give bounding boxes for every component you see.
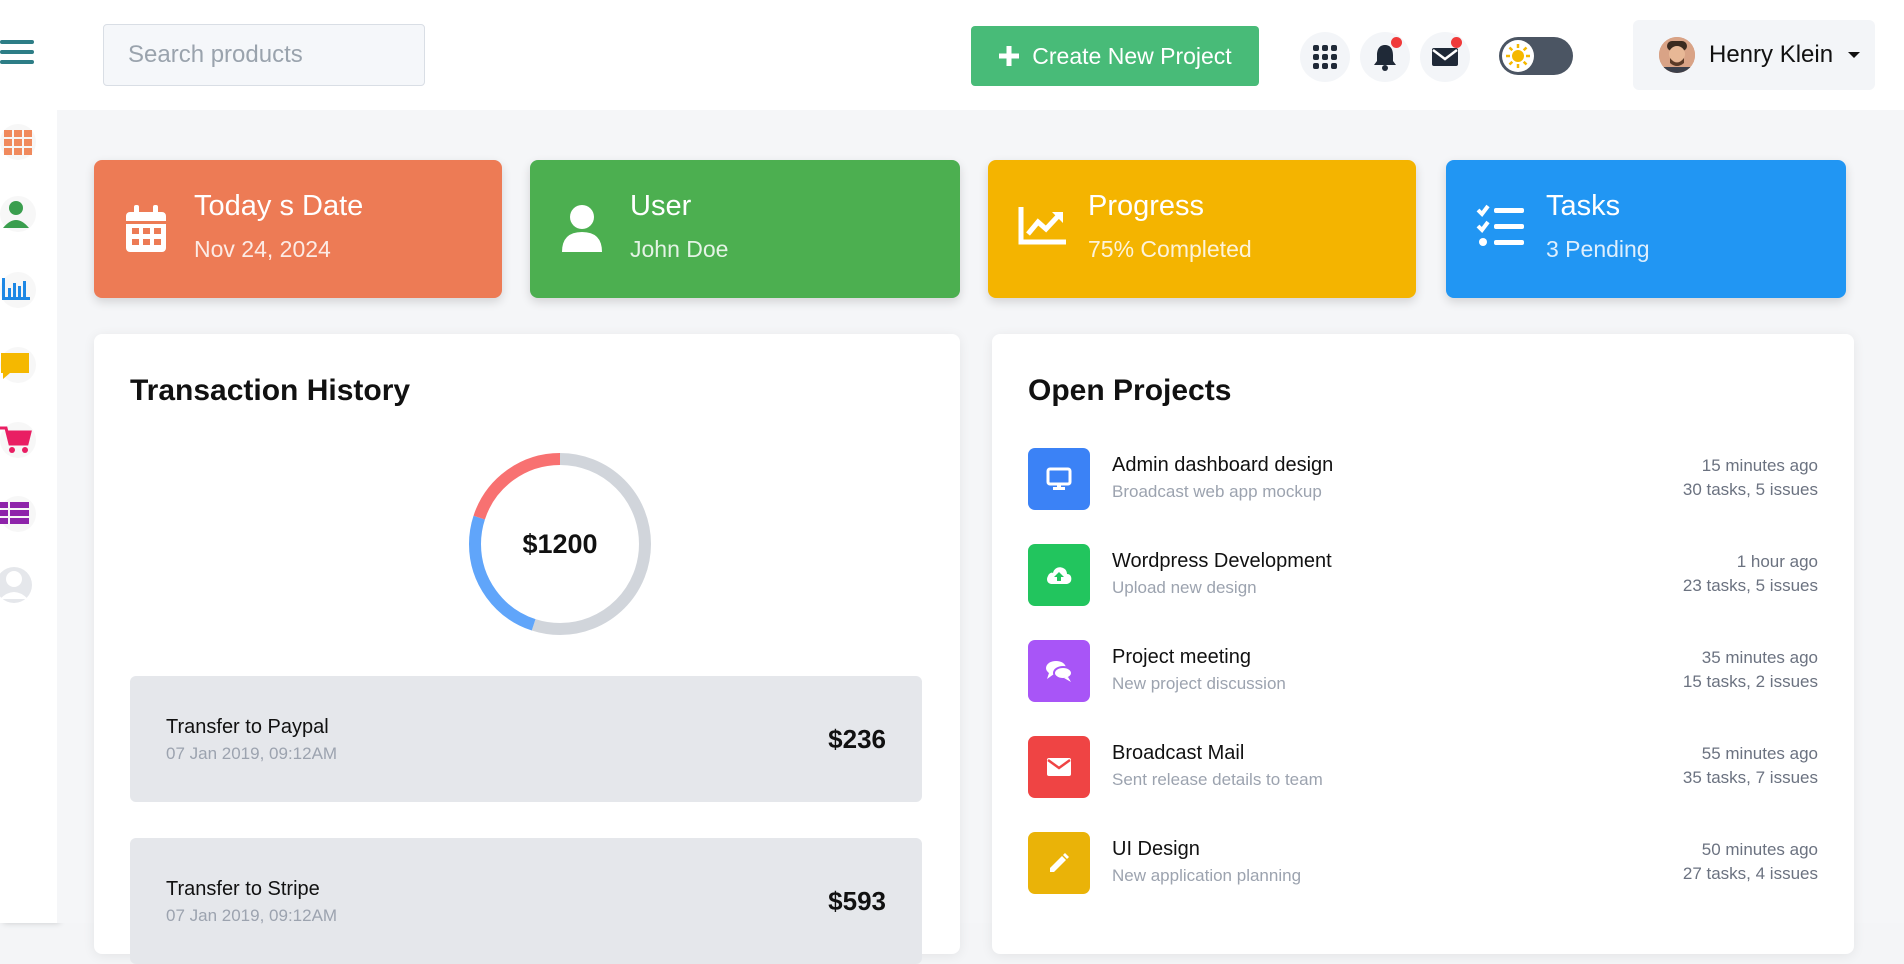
donut-total: $1200 xyxy=(522,528,598,559)
project-desc: New project discussion xyxy=(1112,674,1286,693)
transaction-amount: $236 xyxy=(828,724,886,754)
sidebar-item-users[interactable] xyxy=(0,194,40,234)
transaction-title: Transfer to Paypal xyxy=(166,716,329,738)
apps-grid-icon xyxy=(1313,45,1337,69)
stat-card-user: User John Doe xyxy=(530,160,960,298)
transaction-title: Transfer to Stripe xyxy=(166,878,320,900)
stat-title: Progress xyxy=(1088,190,1205,222)
user-menu[interactable]: Henry Klein xyxy=(1633,20,1875,90)
stat-title: User xyxy=(630,190,692,222)
project-stats: 23 tasks, 5 issues xyxy=(1682,576,1818,595)
sidebar-item-messages[interactable] xyxy=(0,345,40,385)
task-list-icon xyxy=(1476,204,1526,255)
grid-icon xyxy=(0,124,36,160)
sidebar-item-profile[interactable] xyxy=(0,565,40,605)
transaction-date: 07 Jan 2019, 09:12AM xyxy=(166,744,338,763)
project-name: Wordpress Development xyxy=(1112,550,1332,572)
envelope-icon xyxy=(1432,48,1458,66)
user-name: Henry Klein xyxy=(1709,41,1834,68)
user-icon xyxy=(0,196,36,232)
project-time: 15 minutes ago xyxy=(1701,456,1818,475)
project-time: 55 minutes ago xyxy=(1701,744,1818,763)
project-name: Broadcast Mail xyxy=(1112,742,1245,764)
stat-title: Tasks xyxy=(1546,190,1621,222)
stat-card-date: Today s Date Nov 24, 2024 xyxy=(94,160,502,298)
project-stats: 15 tasks, 2 issues xyxy=(1682,672,1818,691)
top-navbar: Create New Project Henry Klein xyxy=(57,0,1904,110)
project-row[interactable]: Admin dashboard design Broadcast web app… xyxy=(1028,448,1818,510)
sidebar-item-shop[interactable] xyxy=(0,420,40,460)
sidebar-item-charts[interactable] xyxy=(0,270,40,310)
sidebar-item-dashboard[interactable] xyxy=(0,122,40,162)
stat-subtitle: John Doe xyxy=(630,236,729,262)
transaction-history-panel: Transaction History $1200 Transfer to Pa… xyxy=(94,334,960,964)
trend-up-icon xyxy=(1018,204,1068,251)
mail-icon xyxy=(1028,736,1090,798)
table-icon xyxy=(0,496,36,532)
theme-toggle[interactable] xyxy=(1499,37,1573,75)
create-project-button[interactable]: Create New Project xyxy=(971,26,1259,86)
transaction-row[interactable]: Transfer to Stripe 07 Jan 2019, 09:12AM … xyxy=(130,838,922,964)
messages-button[interactable] xyxy=(1420,32,1470,82)
panel-title: Open Projects xyxy=(1028,374,1232,407)
main-content: Create New Project Henry Klein xyxy=(57,0,1904,964)
project-name: Project meeting xyxy=(1112,646,1251,668)
stat-card-tasks: Tasks 3 Pending xyxy=(1446,160,1846,298)
project-time: 35 minutes ago xyxy=(1701,648,1818,667)
project-name: Admin dashboard design xyxy=(1112,454,1334,476)
project-name: UI Design xyxy=(1112,838,1200,860)
project-stats: 27 tasks, 4 issues xyxy=(1682,864,1818,883)
avatar xyxy=(1659,37,1695,73)
project-row[interactable]: Wordpress Development Upload new design … xyxy=(1028,544,1818,606)
project-desc: Upload new design xyxy=(1112,578,1257,597)
profile-icon xyxy=(0,567,32,603)
stat-subtitle: 75% Completed xyxy=(1088,236,1252,262)
panel-title: Transaction History xyxy=(130,374,411,407)
project-desc: Sent release details to team xyxy=(1112,770,1323,789)
cart-icon xyxy=(0,422,36,458)
project-row[interactable]: Broadcast Mail Sent release details to t… xyxy=(1028,736,1818,798)
plus-icon xyxy=(999,46,1020,66)
caret-down-icon xyxy=(1848,52,1861,58)
transaction-amount: $593 xyxy=(828,886,886,916)
sidebar-item-tables[interactable] xyxy=(0,494,40,534)
pencil-icon xyxy=(1028,832,1090,894)
project-desc: Broadcast web app mockup xyxy=(1112,482,1322,501)
calendar-icon xyxy=(124,204,168,259)
project-stats: 30 tasks, 5 issues xyxy=(1682,480,1818,499)
menu-icon[interactable] xyxy=(0,32,40,72)
notification-dot xyxy=(1391,37,1402,48)
theme-toggle-knob xyxy=(1502,40,1534,72)
user-icon xyxy=(560,204,604,259)
project-desc: New application planning xyxy=(1112,866,1302,885)
project-row[interactable]: Project meeting New project discussion 3… xyxy=(1028,640,1818,702)
search-input[interactable] xyxy=(103,24,425,86)
project-time: 50 minutes ago xyxy=(1701,840,1818,859)
notifications-button[interactable] xyxy=(1360,32,1410,82)
stat-title: Today s Date xyxy=(194,190,364,222)
project-stats: 35 tasks, 7 issues xyxy=(1682,768,1818,787)
transaction-date: 07 Jan 2019, 09:12AM xyxy=(166,906,338,925)
cloud-upload-icon xyxy=(1028,544,1090,606)
project-row[interactable]: UI Design New application planning 50 mi… xyxy=(1028,832,1818,894)
message-dot xyxy=(1451,37,1462,48)
chat-bubbles-icon xyxy=(1028,640,1090,702)
bar-chart-icon xyxy=(0,272,36,308)
open-projects-panel: Open Projects Admin dashboard design Bro… xyxy=(992,334,1854,954)
stat-subtitle: 3 Pending xyxy=(1546,236,1650,262)
project-time: 1 hour ago xyxy=(1736,552,1818,571)
sun-icon xyxy=(1506,44,1530,68)
chat-icon xyxy=(0,347,36,383)
stat-card-progress: Progress 75% Completed xyxy=(988,160,1416,298)
create-project-label: Create New Project xyxy=(1032,42,1232,69)
transaction-row[interactable]: Transfer to Paypal 07 Jan 2019, 09:12AM … xyxy=(130,676,922,802)
stat-subtitle: Nov 24, 2024 xyxy=(194,236,331,262)
apps-button[interactable] xyxy=(1300,32,1350,82)
sidebar xyxy=(0,0,57,923)
monitor-icon xyxy=(1028,448,1090,510)
